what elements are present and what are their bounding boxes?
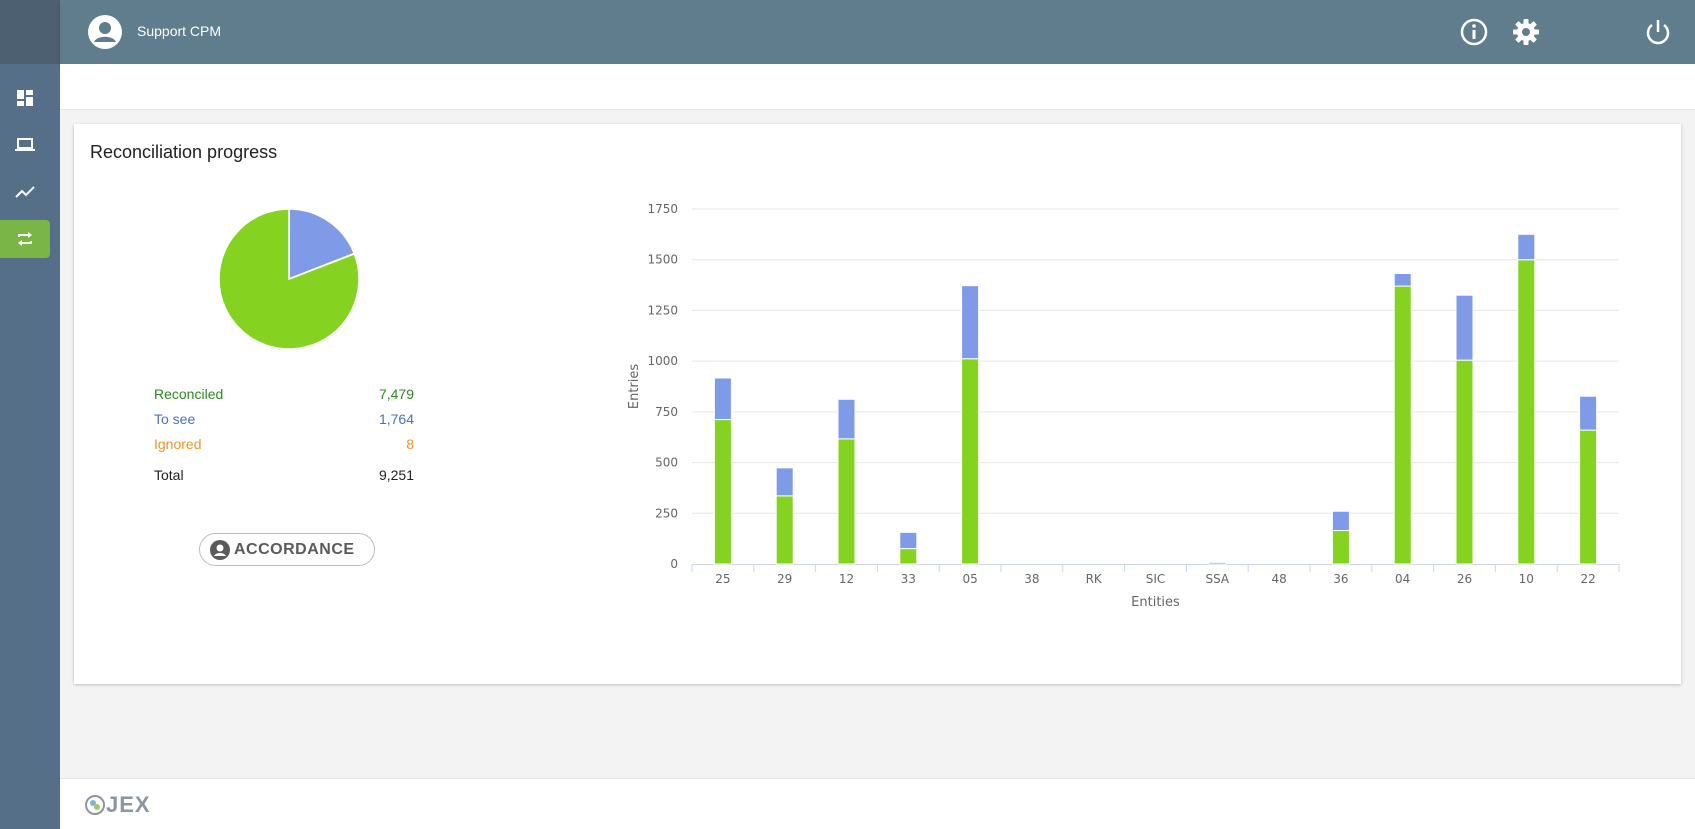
bar-reconciled-05[interactable] xyxy=(961,358,980,565)
jex-logo-icon xyxy=(85,795,105,815)
bar-to-see-05[interactable] xyxy=(961,285,980,360)
sidebar-logo-area xyxy=(0,0,60,64)
bar-reconciled-04[interactable] xyxy=(1393,285,1412,565)
repeat-icon xyxy=(18,232,32,246)
accordance-logo-text: ACCORDANCE xyxy=(234,540,355,558)
stat-ignored: Ignored 8 xyxy=(154,436,414,452)
stat-total-label: Total xyxy=(154,467,184,483)
jex-logo: JEX xyxy=(84,792,151,818)
sidebar-item-dashboard[interactable] xyxy=(0,79,50,117)
x-tick-label: 38 xyxy=(1024,572,1039,586)
user-name[interactable]: Support CPM xyxy=(137,23,221,39)
top-header: Support CPM xyxy=(60,0,1695,64)
power-icon[interactable] xyxy=(1642,16,1674,48)
y-tick-label: 750 xyxy=(655,405,678,419)
sidebar-item-reconciliation[interactable] xyxy=(0,220,50,258)
footer: JEX xyxy=(60,778,1695,829)
x-tick-label: SIC xyxy=(1146,572,1166,586)
bar-reconciled-36[interactable] xyxy=(1331,530,1350,565)
stat-ignored-label: Ignored xyxy=(154,436,202,452)
stat-tosee-value: 1,764 xyxy=(378,411,414,427)
sidebar-item-computer[interactable] xyxy=(0,126,50,164)
sidebar-item-analytics[interactable] xyxy=(0,173,50,211)
bar-to-see-04[interactable] xyxy=(1393,273,1412,287)
x-tick-label: 12 xyxy=(839,572,854,586)
y-tick-label: 1750 xyxy=(647,202,678,216)
bar-to-see-33[interactable] xyxy=(899,531,918,550)
bar-to-see-29[interactable] xyxy=(775,467,794,497)
x-tick-label: 36 xyxy=(1333,572,1348,586)
y-axis-title: Entries xyxy=(627,364,642,410)
bar-reconciled-22[interactable] xyxy=(1579,429,1598,565)
card-title: Reconciliation progress xyxy=(90,142,278,162)
x-tick-label: SSA xyxy=(1205,572,1229,586)
x-tick-label: 10 xyxy=(1519,572,1534,586)
stat-total: Total 9,251 xyxy=(154,467,414,483)
info-icon[interactable] xyxy=(1458,16,1490,48)
bar-to-see-25[interactable] xyxy=(713,377,732,421)
bar-reconciled-26[interactable] xyxy=(1455,359,1474,565)
reconciliation-pie-chart xyxy=(218,208,360,350)
trending-icon xyxy=(15,186,35,198)
stat-reconciled: Reconciled 7,479 xyxy=(154,386,414,402)
user-circle-icon xyxy=(210,539,230,560)
x-axis-title: Entities xyxy=(1131,595,1180,610)
bar-reconciled-10[interactable] xyxy=(1517,259,1536,565)
x-tick-label: 26 xyxy=(1457,572,1472,586)
stat-reconciled-value: 7,479 xyxy=(378,386,414,402)
entities-bar-chart: 0 250 500 750 1000 1250 1500 1750 25 29 12 33 05 38 RK… xyxy=(627,202,1620,610)
bar-to-see-SSA[interactable] xyxy=(1208,561,1227,565)
user-avatar-icon[interactable] xyxy=(88,15,122,49)
sidebar xyxy=(0,0,60,829)
stat-total-value: 9,251 xyxy=(378,467,414,483)
laptop-icon xyxy=(15,138,35,151)
x-tick-label: 22 xyxy=(1580,572,1595,586)
bar-reconciled-29[interactable] xyxy=(775,495,794,565)
bar-to-see-22[interactable] xyxy=(1579,395,1598,431)
bar-reconciled-33[interactable] xyxy=(899,548,918,565)
bar-to-see-10[interactable] xyxy=(1517,233,1536,261)
jex-logo-text: JEX xyxy=(106,792,151,817)
stat-reconciled-label: Reconciled xyxy=(154,386,224,402)
y-tick-label: 1000 xyxy=(647,354,678,368)
bar-to-see-36[interactable] xyxy=(1331,510,1350,532)
x-tick-label: 48 xyxy=(1271,572,1286,586)
bar-reconciled-12[interactable] xyxy=(837,438,856,565)
dashboard-icon xyxy=(17,90,33,106)
accordance-badge[interactable]: ACCORDANCE xyxy=(199,533,375,566)
bar-to-see-26[interactable] xyxy=(1455,294,1474,361)
x-tick-label: 33 xyxy=(901,572,916,586)
stat-tosee: To see 1,764 xyxy=(154,411,414,427)
y-tick-label: 250 xyxy=(655,506,678,520)
y-tick-label: 1250 xyxy=(647,303,678,317)
bar-to-see-12[interactable] xyxy=(837,398,856,440)
x-tick-label: 29 xyxy=(777,572,792,586)
bar-reconciled-25[interactable] xyxy=(713,419,732,565)
y-tick-label: 500 xyxy=(655,456,678,470)
sub-header-bar xyxy=(60,64,1695,110)
x-tick-label: 04 xyxy=(1395,572,1410,586)
gear-icon[interactable] xyxy=(1510,16,1542,48)
x-tick-label: 25 xyxy=(715,572,730,586)
y-tick-label: 1500 xyxy=(647,253,678,267)
reconciliation-card: Reconciliation progress Reconciled 7,479… xyxy=(74,124,1681,684)
y-tick-label: 0 xyxy=(670,557,678,571)
x-tick-label: 05 xyxy=(962,572,977,586)
stat-tosee-label: To see xyxy=(154,411,196,427)
x-tick-label: RK xyxy=(1086,572,1103,586)
stat-ignored-value: 8 xyxy=(406,436,414,452)
